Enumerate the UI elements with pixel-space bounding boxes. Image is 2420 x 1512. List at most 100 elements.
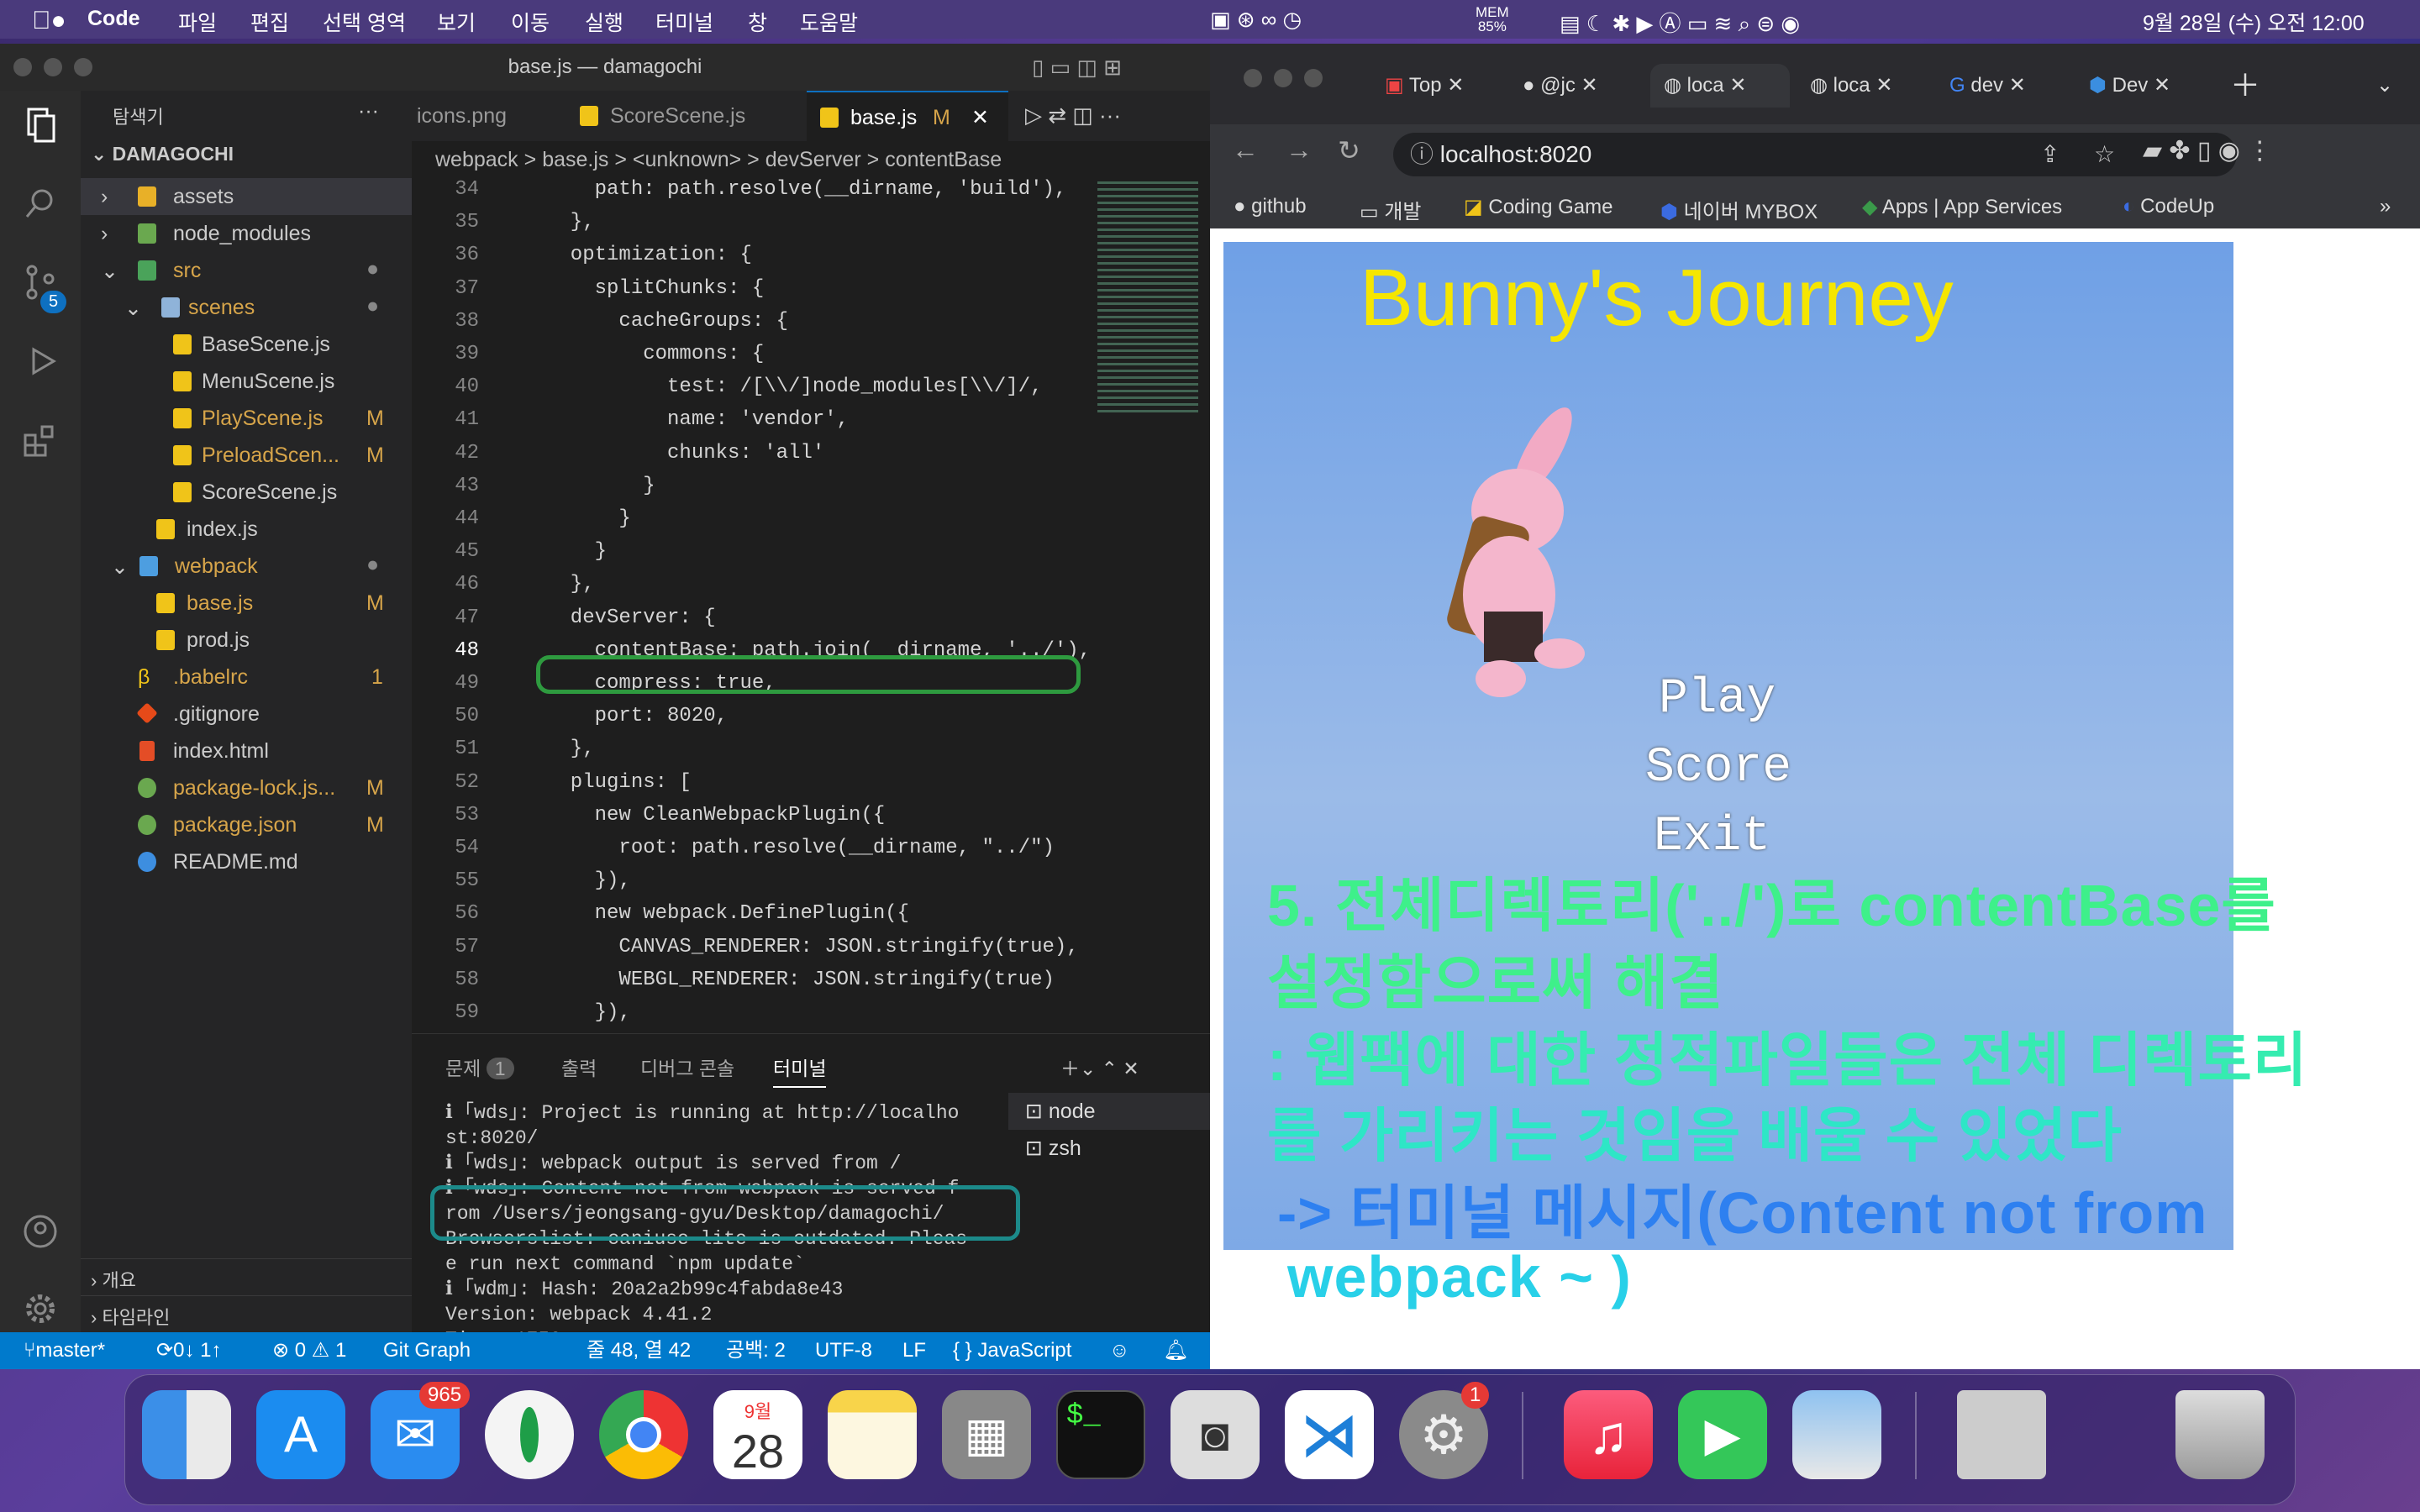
- new-tab-button[interactable]: ＋: [2230, 64, 2260, 108]
- system-tray-icons[interactable]: ▤ ☾ ✱ ▶ Ⓐ ▭ ≋ ⌕ ⊜ ◉: [1560, 7, 1800, 38]
- tree-item-scorescene[interactable]: ScoreScene.js: [81, 474, 412, 511]
- browser-tab-4[interactable]: ◍ loca ✕: [1810, 64, 1892, 108]
- recent-window-thumbnail[interactable]: [1957, 1390, 2046, 1479]
- bookmark-folder-dev[interactable]: ▭ 개발: [1360, 195, 1422, 224]
- timeline-section[interactable]: › 타임라인: [81, 1295, 412, 1332]
- share-icon[interactable]: ⇪: [2040, 133, 2060, 176]
- branch-status[interactable]: ⑂ master*: [24, 1332, 105, 1369]
- preview-icon[interactable]: [1792, 1390, 1881, 1479]
- screenshot-icon[interactable]: ◙: [1171, 1390, 1260, 1479]
- crumb-devserver[interactable]: devServer: [765, 148, 861, 171]
- tab-terminal[interactable]: 터미널: [773, 1053, 827, 1088]
- menu-score[interactable]: Score: [1645, 741, 1791, 795]
- close-tab-icon[interactable]: ✕: [971, 92, 989, 143]
- menu-run[interactable]: 실행: [585, 7, 623, 37]
- feedback-icon[interactable]: ☺: [1109, 1332, 1130, 1369]
- facetime-icon[interactable]: ▶: [1678, 1390, 1767, 1479]
- menu-app-name[interactable]: Code: [87, 7, 140, 31]
- crumb-contentbase[interactable]: contentBase: [885, 148, 1002, 171]
- music-icon[interactable]: ♫: [1564, 1390, 1653, 1479]
- finder-icon[interactable]: [142, 1390, 231, 1479]
- browser-tab-6[interactable]: ⬢ Dev ✕: [2089, 64, 2170, 108]
- mongodb-icon[interactable]: [485, 1390, 574, 1479]
- tree-item-babelrc[interactable]: β .babelrc 1: [81, 659, 412, 696]
- layout-icons[interactable]: ▯ ▭ ◫ ⊞: [1032, 44, 1122, 91]
- git-graph-button[interactable]: Git Graph: [383, 1332, 471, 1369]
- code-editor[interactable]: 34 path: path.resolve(__dirname, 'build'…: [412, 178, 1210, 1080]
- apple-icon[interactable]: ●: [32, 7, 66, 35]
- tree-item-assets[interactable]: › assets: [81, 178, 412, 215]
- close-window-button[interactable]: [1244, 69, 1262, 87]
- menu-selection[interactable]: 선택 영역: [323, 7, 406, 37]
- cursor-position[interactable]: 줄 48, 열 42: [587, 1332, 691, 1369]
- crumb-unknown[interactable]: <unknown>: [633, 148, 741, 171]
- menu-window[interactable]: 창: [748, 7, 767, 37]
- tree-item-index-js[interactable]: index.js: [81, 511, 412, 548]
- settings-gear-icon[interactable]: [20, 1289, 60, 1329]
- minimize-window-button[interactable]: [44, 58, 62, 76]
- explorer-root-folder[interactable]: ⌄ DAMAGOCHI: [91, 143, 234, 165]
- menu-play[interactable]: Play: [1659, 672, 1776, 727]
- tree-item-index-html[interactable]: index.html: [81, 732, 412, 769]
- explorer-icon[interactable]: [20, 104, 60, 144]
- tree-item-readme[interactable]: README.md: [81, 843, 412, 880]
- tab-icons-png[interactable]: icons.png: [417, 91, 568, 141]
- bookmark-codeup[interactable]: ◐ CodeUp: [2123, 195, 2214, 218]
- more-bookmarks-icon[interactable]: »: [2380, 195, 2391, 218]
- app-store-icon[interactable]: A: [256, 1390, 345, 1479]
- menu-view[interactable]: 보기: [437, 7, 476, 37]
- menu-exit[interactable]: Exit: [1654, 810, 1770, 864]
- menu-go[interactable]: 이동: [511, 7, 550, 37]
- terminal-node[interactable]: ⊡ node: [1008, 1093, 1210, 1130]
- reload-button[interactable]: ↻: [1338, 134, 1360, 166]
- tree-item-node-modules[interactable]: › node_modules: [81, 215, 412, 252]
- crumb-file[interactable]: base.js: [542, 148, 608, 171]
- back-button[interactable]: ←: [1232, 134, 1259, 165]
- menu-terminal[interactable]: 터미널: [655, 7, 713, 37]
- zoom-window-button[interactable]: [74, 58, 92, 76]
- menu-file[interactable]: 파일: [178, 7, 217, 37]
- bookmark-github[interactable]: ● github: [1234, 195, 1307, 218]
- minimize-window-button[interactable]: [1274, 69, 1292, 87]
- chrome-icon[interactable]: [599, 1390, 688, 1479]
- forward-button[interactable]: →: [1286, 134, 1313, 165]
- tree-item-src[interactable]: ⌄ src ●: [81, 252, 412, 289]
- bell-icon[interactable]: 🔔︎: [1163, 1332, 1188, 1369]
- tree-item-prod-js[interactable]: prod.js: [81, 622, 412, 659]
- tab-output[interactable]: 출력: [561, 1053, 597, 1081]
- problems-status[interactable]: ⊗ 0 ⚠ 1: [272, 1332, 346, 1369]
- panel-actions[interactable]: ＋⌄ ⌃ ✕: [1060, 1053, 1139, 1081]
- tree-item-package-lock[interactable]: package-lock.js... M: [81, 769, 412, 806]
- tab-problems[interactable]: 문제 1: [445, 1053, 514, 1081]
- outline-section[interactable]: › 개요: [81, 1258, 412, 1295]
- tree-item-package-json[interactable]: package.json M: [81, 806, 412, 843]
- sync-status[interactable]: ⟳ 0↓ 1↑: [156, 1332, 221, 1369]
- tree-item-menuscene[interactable]: MenuScene.js: [81, 363, 412, 400]
- tree-item-basescene[interactable]: BaseScene.js: [81, 326, 412, 363]
- browser-tab-1[interactable]: ▣ Top ✕: [1385, 64, 1464, 108]
- account-icon[interactable]: [20, 1211, 60, 1252]
- memory-indicator[interactable]: MEM 85%: [1476, 5, 1509, 34]
- bookmark-coding-game[interactable]: ◪ Coding Game: [1464, 195, 1612, 219]
- eol-status[interactable]: LF: [902, 1332, 926, 1369]
- extensions-icon[interactable]: [20, 420, 60, 460]
- terminal-zsh[interactable]: ⊡ zsh: [1008, 1130, 1210, 1167]
- address-bar[interactable]: ⓘ localhost:8020 ⇪ ☆: [1393, 133, 2237, 176]
- browser-tab-active[interactable]: ◍ loca ✕: [1650, 64, 1790, 108]
- vscode-icon[interactable]: ⋊: [1285, 1390, 1374, 1479]
- crumb-folder[interactable]: webpack: [435, 148, 518, 171]
- tree-item-scenes[interactable]: ⌄ scenes ●: [81, 289, 412, 326]
- bookmark-mybox[interactable]: ⬢ 네이버 MYBOX: [1660, 195, 1818, 224]
- browser-tab-5[interactable]: G dev ✕: [1949, 64, 2026, 108]
- bookmark-star-icon[interactable]: ☆: [2094, 133, 2115, 176]
- tab-search-icon[interactable]: ⌄: [2376, 64, 2393, 108]
- run-debug-icon[interactable]: [20, 341, 60, 381]
- tab-scorescene[interactable]: ScoreScene.js: [580, 91, 798, 141]
- tree-item-webpack[interactable]: ⌄ webpack ●: [81, 548, 412, 585]
- zoom-window-button[interactable]: [1304, 69, 1323, 87]
- tab-base-js[interactable]: base.js M ✕: [807, 91, 1008, 141]
- minimap[interactable]: [1097, 181, 1198, 417]
- trash-icon[interactable]: [2175, 1390, 2265, 1479]
- tree-item-base-js[interactable]: base.js M: [81, 585, 412, 622]
- tree-item-playscene[interactable]: PlayScene.js M: [81, 400, 412, 437]
